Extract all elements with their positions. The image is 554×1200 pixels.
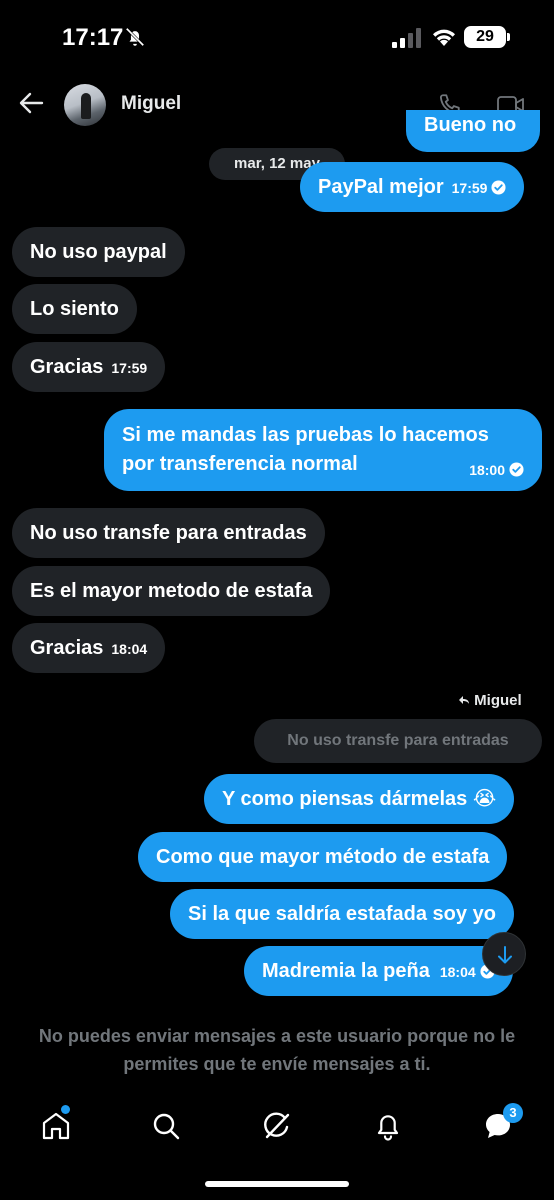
read-check-icon xyxy=(509,462,524,477)
message-text: Y como piensas dármelas 😭 xyxy=(222,788,497,810)
message-bubble-out[interactable]: Si me mandas las pruebas lo hacemos por … xyxy=(104,409,542,491)
message-bubble-in[interactable]: No uso paypal xyxy=(12,227,185,277)
scroll-to-bottom-button[interactable] xyxy=(482,932,526,976)
message-time: 17:59 xyxy=(451,180,488,196)
message-text-line: Si me mandas las pruebas lo hacemos xyxy=(122,424,489,446)
message-text: Gracias xyxy=(30,637,104,659)
message-time: 17:59 xyxy=(111,360,148,376)
message-text: No uso transfe para entradas xyxy=(30,522,307,544)
message-text: Como que mayor método de estafa xyxy=(156,846,490,868)
signal-icon xyxy=(392,28,421,48)
notifications-icon[interactable] xyxy=(370,1108,406,1144)
message-text: Gracias xyxy=(30,356,104,378)
dm-restriction-notice: No puedes enviar mensajes a este usuario… xyxy=(38,1026,516,1074)
message-bubble-out[interactable]: Madremia la peña 18:04 xyxy=(244,946,513,996)
wifi-icon xyxy=(433,29,455,46)
search-icon[interactable] xyxy=(148,1108,184,1144)
message-time: 18:04 xyxy=(439,964,476,980)
message-bubble-in[interactable]: Lo siento xyxy=(12,284,137,334)
arrow-down-icon xyxy=(498,946,512,964)
message-time: 18:00 xyxy=(469,462,505,478)
message-bubble-out[interactable]: Si la que saldría estafada soy yo xyxy=(170,889,514,939)
message-bubble-out[interactable]: Y como piensas dármelas 😭 xyxy=(204,774,515,824)
back-arrow-icon[interactable] xyxy=(18,90,44,116)
message-bubble-in[interactable]: Es el mayor metodo de estafa xyxy=(12,566,331,616)
battery-tip xyxy=(507,33,510,41)
bell-muted-icon xyxy=(125,27,145,47)
quoted-message[interactable]: No uso transfe para entradas xyxy=(254,719,542,763)
battery-indicator: 29 xyxy=(464,26,506,48)
message-text: PayPal mejor xyxy=(318,176,444,198)
message-text-line: por transferencia normal xyxy=(122,453,358,475)
message-bubble-in[interactable]: Gracias 17:59 xyxy=(12,342,166,392)
message-text: No uso paypal xyxy=(30,241,167,263)
message-text: Lo siento xyxy=(30,298,119,320)
contact-name[interactable]: Miguel xyxy=(121,93,181,115)
partial-message-text: Bueno no xyxy=(424,114,517,136)
message-time: 18:04 xyxy=(111,641,148,657)
reply-to-name: Miguel xyxy=(474,692,522,709)
messages-badge: 3 xyxy=(503,1103,523,1123)
home-unread-dot xyxy=(61,1105,70,1114)
grok-icon[interactable] xyxy=(259,1108,295,1144)
reply-arrow-icon xyxy=(459,696,469,704)
message-text: Madremia la peña xyxy=(262,960,430,982)
read-check-icon xyxy=(491,180,506,195)
message-bubble-in[interactable]: Gracias 18:04 xyxy=(12,623,166,673)
avatar[interactable] xyxy=(64,84,106,126)
message-text: Es el mayor metodo de estafa xyxy=(30,580,313,602)
battery-level: 29 xyxy=(476,28,494,45)
message-text: Si la que saldría estafada soy yo xyxy=(188,903,496,925)
message-bubble-in[interactable]: No uso transfe para entradas xyxy=(12,508,325,558)
status-bar: 17:17 29 xyxy=(0,0,554,76)
home-icon[interactable] xyxy=(38,1108,74,1144)
home-indicator[interactable] xyxy=(205,1181,349,1187)
partial-message-bubble[interactable]: Bueno no xyxy=(406,110,540,152)
reply-to-label: Miguel xyxy=(458,692,522,709)
message-bubble-out[interactable]: PayPal mejor 17:59 xyxy=(300,162,525,212)
status-time: 17:17 xyxy=(62,24,124,51)
message-bubble-out[interactable]: Como que mayor método de estafa xyxy=(138,832,508,882)
